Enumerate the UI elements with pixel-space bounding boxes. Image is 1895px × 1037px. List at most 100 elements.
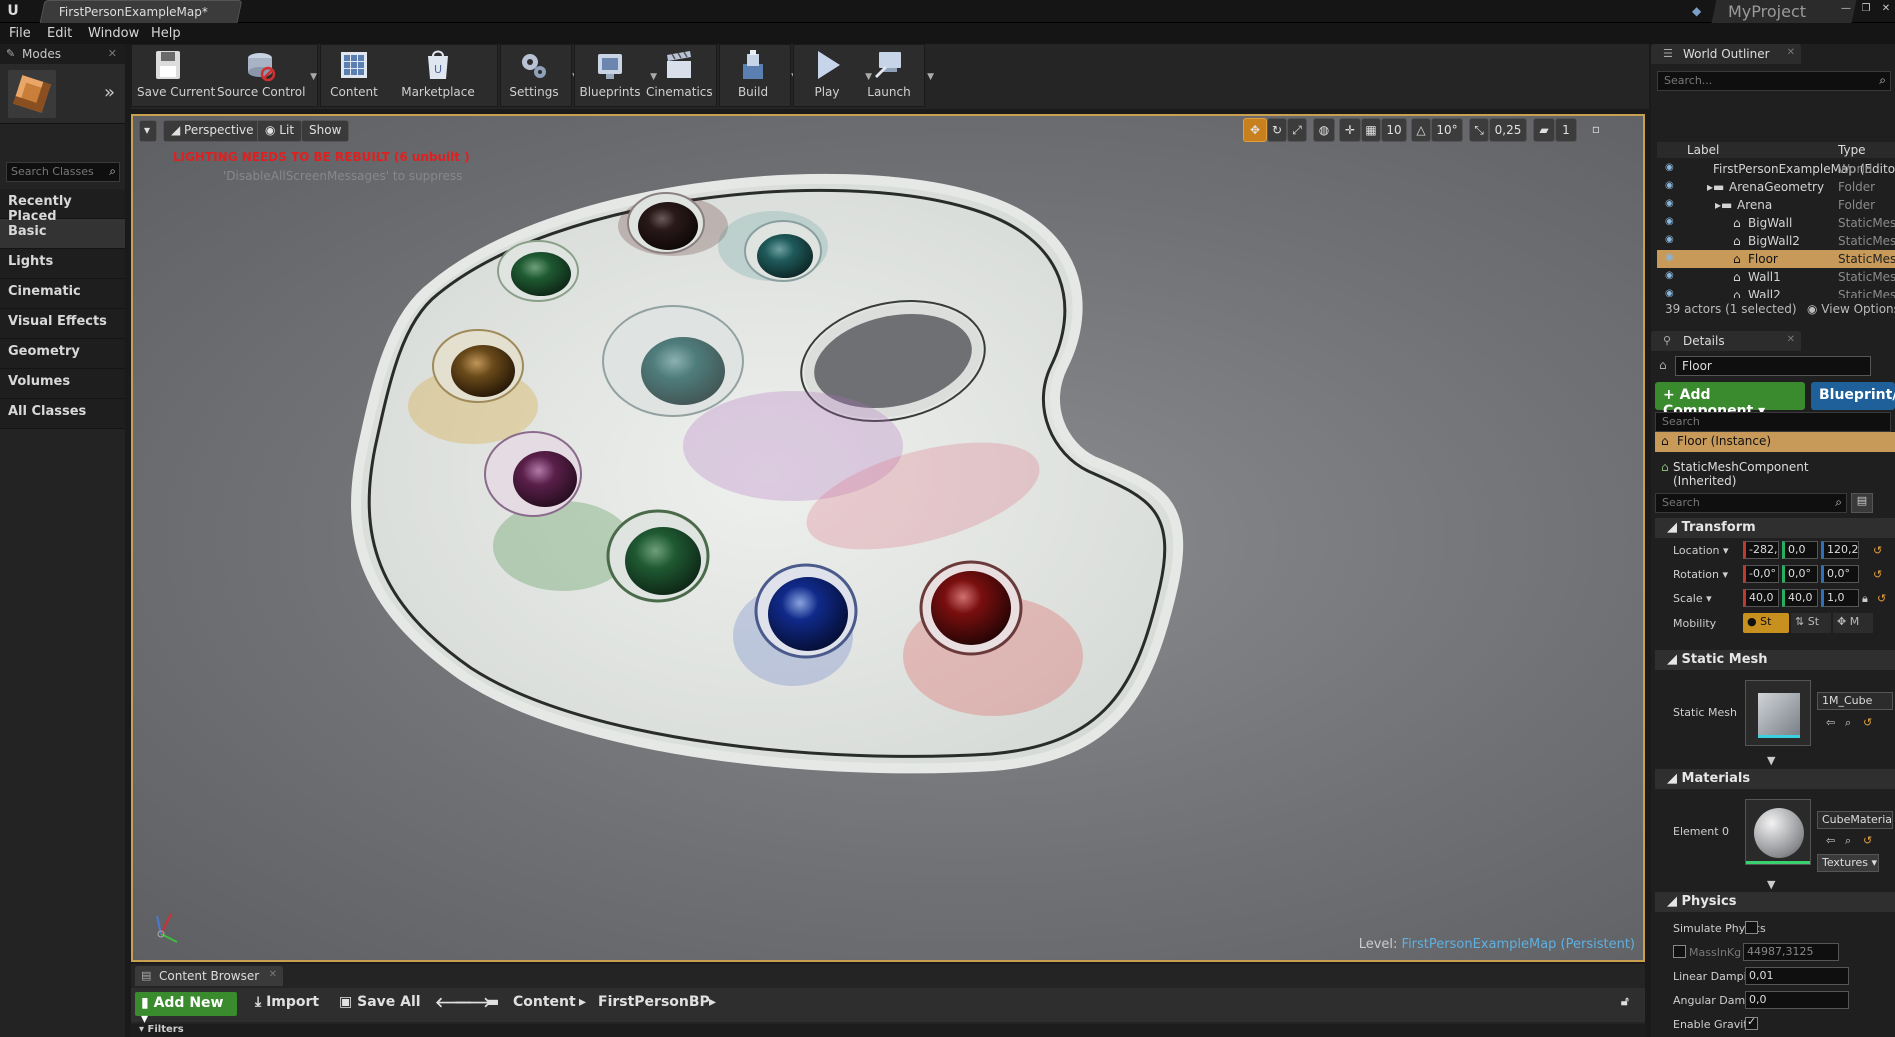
minimize-icon[interactable]: — <box>1838 2 1854 16</box>
maximize-viewport-icon[interactable]: ▫ <box>1587 118 1605 142</box>
settings-button[interactable]: Settings ▼ <box>503 48 579 104</box>
camera-speed-icon[interactable]: ▰ <box>1533 118 1555 142</box>
lock-icon[interactable]: 🔒︎ <box>1862 592 1868 606</box>
breadcrumb-firstpersonbp[interactable]: FirstPersonBP <box>598 994 710 1010</box>
visibility-eye-icon[interactable]: ◉ <box>1665 270 1674 281</box>
use-selected-arrow-icon[interactable]: ⇦ <box>1826 834 1835 847</box>
textures-dropdown[interactable]: Textures ▾ <box>1817 854 1879 872</box>
expand-modes-icon[interactable]: » <box>104 82 115 103</box>
expand-advanced-icon[interactable]: ▼ <box>1767 878 1775 891</box>
source-control-button[interactable]: Source Control ▼ <box>217 48 317 104</box>
save-current-button[interactable]: Save Current <box>137 48 215 104</box>
outliner-row[interactable]: ◉ ⌂ BigWall StaticMeshActor <box>1657 214 1895 232</box>
rotation-snap-icon[interactable]: △ <box>1411 118 1431 142</box>
visibility-eye-icon[interactable]: ◉ <box>1665 198 1674 209</box>
mobility-movable-button[interactable]: ✥ M <box>1833 613 1873 633</box>
rotation-y-input[interactable]: 0,0° <box>1782 565 1818 583</box>
category-geometry[interactable]: Geometry <box>0 339 125 369</box>
close-icon[interactable]: ✕ <box>1787 334 1795 345</box>
material-thumbnail[interactable] <box>1745 799 1811 865</box>
expand-advanced-icon[interactable]: ▼ <box>1767 754 1775 767</box>
static-mesh-section[interactable]: ◢ Static Mesh <box>1655 650 1895 670</box>
surface-snap-icon[interactable]: ✛ <box>1339 118 1361 142</box>
outliner-row-selected[interactable]: ◉ ⌂ Floor StaticMeshActor <box>1657 250 1895 268</box>
details-tab[interactable]: ⚲ Details ✕ <box>1651 331 1801 351</box>
outliner-search-input[interactable]: Search... ⌕ <box>1657 71 1891 91</box>
use-selected-arrow-icon[interactable]: ⇦ <box>1826 716 1835 729</box>
place-mode-button[interactable] <box>8 70 56 118</box>
rotate-icon[interactable]: ↻ <box>1267 118 1287 142</box>
browse-icon[interactable]: ⌕ <box>1845 716 1851 730</box>
category-visual-effects[interactable]: Visual Effects <box>0 309 125 339</box>
visibility-eye-icon[interactable]: ◉ <box>1665 288 1674 298</box>
components-search-input[interactable]: Search <box>1655 412 1891 432</box>
simulate-physics-checkbox[interactable] <box>1745 921 1758 934</box>
menu-window[interactable]: Window <box>88 26 139 41</box>
location-x-input[interactable]: -282,1 <box>1743 541 1779 559</box>
material-combo[interactable]: CubeMaterial <box>1817 811 1893 829</box>
category-basic[interactable]: Basic <box>0 219 125 249</box>
blueprints-button[interactable]: Blueprints ▼ <box>577 48 657 104</box>
category-recently-placed[interactable]: Recently Placed <box>0 189 125 224</box>
reset-arrow-icon[interactable]: ↺ <box>1863 716 1872 729</box>
rotation-z-input[interactable]: 0,0° <box>1821 565 1859 583</box>
maximize-icon[interactable]: ❐ <box>1858 2 1874 16</box>
world-outliner-tab[interactable]: ☰ World Outliner ✕ <box>1651 44 1801 64</box>
menu-help[interactable]: Help <box>151 26 181 41</box>
filters-button[interactable]: ▾ Filters <box>139 1024 184 1035</box>
breadcrumb-separator-icon[interactable]: ▸ <box>709 994 716 1010</box>
level-name[interactable]: FirstPersonExampleMap (Persistent) <box>1402 937 1635 952</box>
menu-edit[interactable]: Edit <box>47 26 72 41</box>
visibility-eye-icon[interactable]: ◉ <box>1665 252 1674 263</box>
close-icon[interactable]: ✕ <box>108 47 117 60</box>
physics-section[interactable]: ◢ Physics <box>1655 892 1895 912</box>
angular-damping-input[interactable]: 0,0 <box>1745 991 1849 1009</box>
lit-button[interactable]: ◉ Lit <box>257 120 303 142</box>
close-icon[interactable]: ✕ <box>269 969 277 980</box>
visibility-eye-icon[interactable]: ◉ <box>1665 234 1674 245</box>
location-label[interactable]: Location ▾ <box>1673 544 1729 557</box>
visibility-eye-icon[interactable]: ◉ <box>1665 180 1674 191</box>
grid-snap-value[interactable]: 10 <box>1381 118 1407 142</box>
rotation-label[interactable]: Rotation ▾ <box>1673 568 1728 581</box>
outliner-row[interactable]: ◉ ▸▬ ArenaGeometry Folder <box>1657 178 1895 196</box>
close-icon[interactable]: ✕ <box>1787 47 1795 58</box>
reset-arrow-icon[interactable]: ↺ <box>1863 834 1872 847</box>
view-options-button[interactable]: ◉ View Options <box>1807 302 1895 316</box>
scale-label[interactable]: Scale ▾ <box>1673 592 1712 605</box>
outliner-row[interactable]: ◉ ⌂ BigWall2 StaticMeshActor <box>1657 232 1895 250</box>
close-icon[interactable]: ✕ <box>1878 2 1894 16</box>
perspective-button[interactable]: ◢ Perspective <box>163 120 262 142</box>
play-button[interactable]: Play ▼ <box>796 48 872 104</box>
outliner-row[interactable]: ◉ ⌂ Wall1 StaticMeshActor <box>1657 268 1895 286</box>
component-floor-instance[interactable]: ⌂ Floor (Instance) <box>1655 432 1895 452</box>
visibility-eye-icon[interactable]: ◉ <box>1665 216 1674 227</box>
static-mesh-combo[interactable]: 1M_Cube <box>1817 692 1893 710</box>
reset-arrow-icon[interactable]: ↺ <box>1873 568 1882 581</box>
camera-speed-value[interactable]: 1 <box>1555 118 1577 142</box>
outliner-row[interactable]: ◉ FirstPersonExampleMap (Editor) World <box>1657 160 1895 178</box>
reset-arrow-icon[interactable]: ↺ <box>1873 544 1882 557</box>
scale-x-input[interactable]: 40,0 <box>1743 589 1779 607</box>
build-button[interactable]: Build ▼ <box>722 48 798 104</box>
rotation-x-input[interactable]: -0,0° <box>1743 565 1779 583</box>
world-space-icon[interactable]: ◍ <box>1313 118 1335 142</box>
blueprint-button[interactable]: Blueprint/Add Script <box>1811 382 1895 410</box>
level-viewport[interactable]: ▾ ◢ Perspective ◉ Lit Show LIGHTING NEED… <box>131 114 1645 962</box>
scale-z-input[interactable]: 1,0 <box>1821 589 1859 607</box>
add-component-button[interactable]: + Add Component ▾ <box>1655 382 1805 419</box>
materials-section[interactable]: ◢ Materials <box>1655 769 1895 789</box>
outliner-row[interactable]: ◉ ▸▬ Arena Folder <box>1657 196 1895 214</box>
category-cinematic[interactable]: Cinematic <box>0 279 125 309</box>
search-classes-input[interactable]: Search Classes ⌕ <box>6 162 120 182</box>
scale-snap-icon[interactable]: ⤡ <box>1469 118 1489 142</box>
chevron-down-icon[interactable]: ▼ <box>927 72 934 82</box>
mobility-stationary-button[interactable]: ⇅ St <box>1791 613 1831 633</box>
browse-icon[interactable]: ⌕ <box>1845 834 1851 848</box>
content-browser-tab[interactable]: ▤ Content Browser ✕ <box>135 966 283 986</box>
translate-icon[interactable]: ✥ <box>1243 118 1267 142</box>
marketplace-button[interactable]: U Marketplace <box>383 48 493 104</box>
linear-damping-input[interactable]: 0,01 <box>1745 967 1849 985</box>
category-lights[interactable]: Lights <box>0 249 125 279</box>
category-all-classes[interactable]: All Classes <box>0 399 125 429</box>
